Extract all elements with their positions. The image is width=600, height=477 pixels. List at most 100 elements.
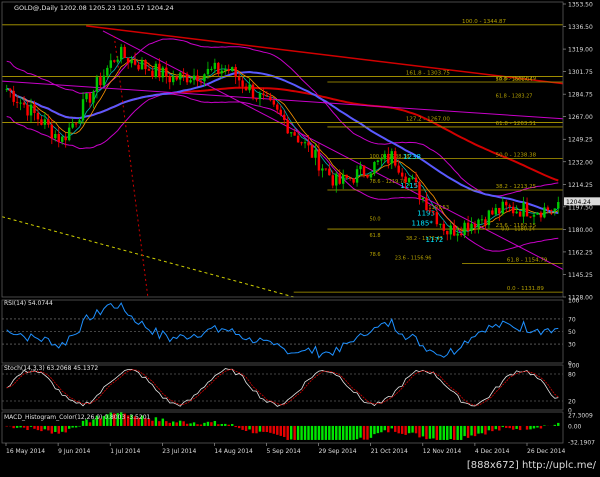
- candle: [224, 69, 226, 71]
- y-tick-label: 1162.25: [568, 249, 593, 256]
- candle: [384, 154, 386, 159]
- macd-bar: [189, 423, 191, 426]
- macd-bar: [196, 424, 198, 426]
- macd-tick-label: 27.3009: [568, 413, 593, 420]
- candle: [231, 67, 233, 71]
- candle: [123, 47, 125, 58]
- candle: [408, 178, 410, 182]
- candle: [210, 69, 212, 70]
- fib-side-label: 0.0 - 1180.14: [501, 227, 535, 233]
- candle: [290, 132, 292, 133]
- candle: [491, 210, 493, 214]
- macd-bar: [165, 421, 167, 426]
- candle: [269, 96, 271, 100]
- candle: [318, 150, 320, 171]
- candle: [30, 105, 32, 116]
- candle: [186, 74, 188, 82]
- macd-bar: [47, 426, 49, 430]
- fib-side-label: 61.8 - 1283.27: [496, 94, 533, 100]
- candle: [356, 169, 358, 182]
- trading-chart[interactable]: 100.0 - 1344.87161.8 - 1303.7578.6 - 129…: [0, 0, 600, 473]
- fib-level-label: 61.8 - 1154.79: [507, 257, 548, 263]
- rsi-tick-label: 30: [568, 342, 576, 349]
- candle: [175, 77, 177, 80]
- candle: [75, 123, 77, 124]
- macd-bar: [456, 426, 458, 440]
- y-tick-label: 1319.00: [568, 47, 593, 54]
- chart-terminal[interactable]: 100.0 - 1344.87161.8 - 1303.7578.6 - 129…: [0, 0, 600, 473]
- candle: [82, 99, 84, 120]
- candle: [495, 208, 497, 214]
- candle: [47, 119, 49, 124]
- macd-bar: [19, 426, 21, 427]
- candle: [37, 113, 39, 119]
- macd-bar: [68, 426, 70, 429]
- candle: [557, 202, 559, 208]
- macd-bar: [397, 426, 399, 433]
- candle: [373, 162, 375, 173]
- candle: [536, 213, 538, 215]
- macd-bar: [221, 424, 223, 426]
- macd-bar: [474, 426, 476, 436]
- macd-bar: [280, 426, 282, 436]
- rsi-panel[interactable]: [2, 303, 563, 358]
- chart-title: GOLD@,Daily 1202.08 1205.23 1201.57 1204…: [14, 4, 174, 12]
- candle: [16, 102, 18, 103]
- candle: [19, 103, 21, 104]
- macd-bar: [71, 426, 73, 428]
- macd-bar: [359, 426, 361, 438]
- candle: [415, 178, 417, 183]
- candle: [207, 69, 209, 74]
- watermark: [888x672] http://uplc.me/: [467, 460, 596, 471]
- macd-bar: [238, 426, 240, 428]
- candle: [543, 207, 545, 217]
- candle: [432, 211, 434, 212]
- candle: [130, 59, 132, 63]
- macd-bar: [401, 426, 403, 434]
- candle: [238, 77, 240, 80]
- trendline-dotted: [2, 217, 294, 297]
- candle: [307, 142, 309, 145]
- macd-bar: [158, 421, 160, 426]
- macd-bar: [172, 421, 174, 425]
- fib-level-label: 0.0 - 1131.89: [507, 286, 544, 292]
- y-tick-label: 1353.50: [568, 2, 593, 9]
- fib-level-label: 50.0 - 1238.38: [496, 152, 537, 158]
- y-tick-label: 1145.25: [568, 272, 593, 279]
- price-panel[interactable]: 100.0 - 1344.87161.8 - 1303.7578.6 - 129…: [2, 19, 563, 297]
- candle: [117, 60, 119, 62]
- candle: [456, 234, 458, 236]
- candle: [113, 60, 115, 61]
- trendline-red: [86, 26, 563, 84]
- macd-bar: [259, 426, 261, 432]
- candle: [228, 69, 230, 71]
- rsi-line: [7, 303, 559, 358]
- panel-border: [2, 2, 563, 297]
- candle: [339, 174, 341, 184]
- macd-bar: [370, 426, 372, 438]
- macd-bar: [377, 426, 379, 433]
- macd-bar: [151, 421, 153, 426]
- macd-bar: [37, 426, 39, 430]
- candle: [58, 134, 60, 142]
- candle: [463, 223, 465, 235]
- macd-bar: [12, 426, 14, 428]
- price-tag-label: 1204.24: [566, 199, 591, 206]
- macd-bar: [54, 426, 56, 432]
- macd-bar: [415, 426, 417, 433]
- candle: [467, 223, 469, 231]
- rsi-tick-label: 100: [568, 298, 580, 305]
- candle: [540, 213, 542, 218]
- macd-bar: [505, 426, 507, 428]
- candle: [266, 95, 268, 96]
- stoch-panel[interactable]: [2, 369, 563, 407]
- macd-bar: [467, 426, 469, 438]
- macd-bar: [439, 426, 441, 440]
- candle: [380, 159, 382, 160]
- macd-bar: [314, 426, 316, 440]
- candle: [515, 212, 517, 214]
- fib-side-label: 23.6 - 1156.96: [395, 256, 432, 262]
- macd-bar: [23, 426, 25, 428]
- macd-bar: [460, 426, 462, 440]
- candle: [248, 85, 250, 91]
